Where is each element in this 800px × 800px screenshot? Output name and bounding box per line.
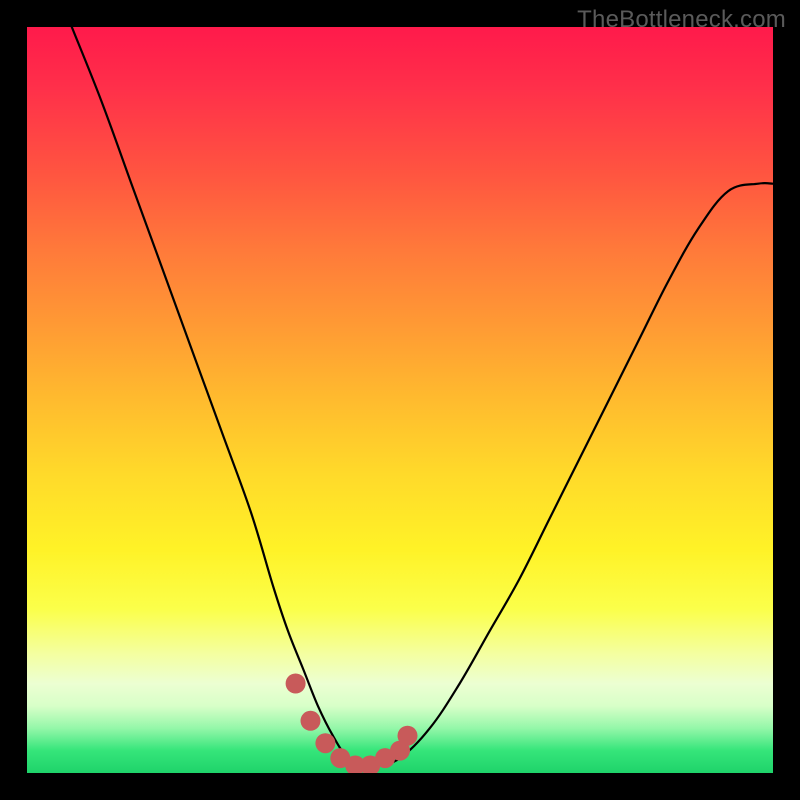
curve-marker (286, 674, 306, 694)
curve-marker (398, 726, 418, 746)
plot-svg (27, 27, 773, 773)
curve-marker (301, 711, 321, 731)
bottleneck-curve (72, 27, 773, 767)
watermark-text: TheBottleneck.com (577, 6, 786, 34)
plot-area (27, 27, 773, 773)
curve-markers (286, 674, 418, 774)
chart-frame: TheBottleneck.com (0, 0, 800, 800)
curve-marker (315, 733, 335, 753)
